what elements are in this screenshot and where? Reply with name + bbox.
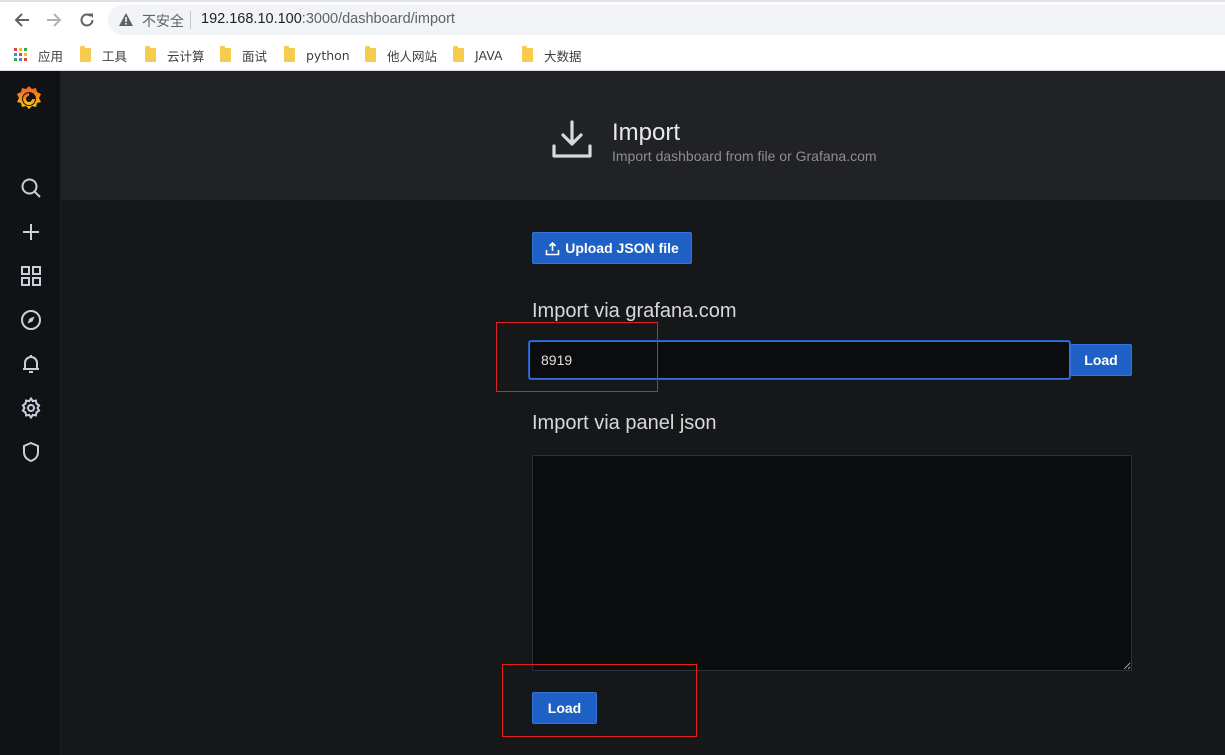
explore-compass-icon[interactable] [19,308,43,332]
server-admin-shield-icon[interactable] [19,440,43,464]
upload-icon [545,241,560,255]
page-subtitle: Import dashboard from file or Grafana.co… [612,148,877,164]
alerting-bell-icon[interactable] [19,352,43,376]
bookmark-label: 应用 [38,48,64,64]
bookmark-folder[interactable]: 工具 [80,45,127,65]
bookmark-folder[interactable]: python [284,45,350,65]
bookmark-label: JAVA [475,47,503,63]
bookmark-label: 云计算 [167,48,205,64]
arrow-left-icon [14,13,29,27]
arrow-right-icon [47,13,62,27]
plus-icon[interactable] [19,220,43,244]
bookmark-label: 面试 [242,48,268,64]
folder-icon [522,46,533,62]
dashboards-grid-icon[interactable] [19,264,43,288]
annotation-highlight-box [502,664,697,737]
bookmark-folder[interactable]: 他人网站 [365,45,437,65]
apps-grid-icon [14,48,27,61]
upload-json-button[interactable]: Upload JSON file [532,232,692,264]
url-path: :3000/dashboard/import [301,11,455,27]
folder-icon [220,46,231,62]
bookmark-folder[interactable]: 大数据 [522,45,582,65]
security-label[interactable]: 不安全 [142,11,184,31]
reload-button[interactable] [76,9,98,31]
bookmark-folder[interactable]: 面试 [220,45,267,65]
search-icon[interactable] [19,176,43,200]
bookmark-label: 工具 [102,48,128,64]
import-download-icon [550,118,594,167]
page-title: Import [612,119,681,146]
section-title-panel-json: Import via panel json [532,412,717,434]
section-title-grafana-com: Import via grafana.com [532,300,737,322]
grafana-com-load-button[interactable]: Load [1070,344,1132,376]
folder-icon [284,46,295,62]
folder-icon [453,46,464,62]
warning-icon[interactable] [118,12,134,32]
back-button[interactable] [11,9,33,31]
annotation-highlight-box [496,322,658,392]
bookmark-label: 大数据 [544,48,582,64]
bookmark-folder[interactable]: 云计算 [145,45,205,65]
forward-button[interactable] [43,9,65,31]
reload-icon [80,13,94,27]
tab-strip-edge [0,0,1225,2]
grafana-logo-icon[interactable] [13,83,45,115]
folder-icon [145,46,156,62]
url-divider [190,11,191,29]
upload-json-label: Upload JSON file [565,240,679,256]
bookmark-label: python [306,47,350,63]
url-text[interactable]: 192.168.10.100:3000/dashboard/import [201,11,455,27]
bookmark-apps[interactable]: 应用 [14,45,63,65]
folder-icon [365,46,376,62]
bookmark-folder[interactable]: JAVA [453,45,503,65]
url-host: 192.168.10.100 [201,11,302,27]
configuration-gear-icon[interactable] [19,396,43,420]
bookmark-label: 他人网站 [387,48,438,64]
panel-json-textarea[interactable] [532,455,1132,671]
folder-icon [80,46,91,62]
